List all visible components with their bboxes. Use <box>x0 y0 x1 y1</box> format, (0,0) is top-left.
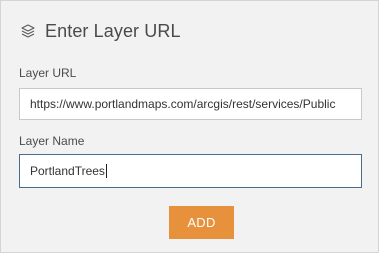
text-caret <box>105 164 107 178</box>
layer-url-label: Layer URL <box>19 66 77 80</box>
layer-url-input[interactable]: https://www.portlandmaps.com/arcgis/rest… <box>19 88 362 120</box>
layer-name-label: Layer Name <box>19 134 85 148</box>
layer-url-value: https://www.portlandmaps.com/arcgis/rest… <box>30 97 336 111</box>
layers-icon <box>19 22 37 40</box>
layer-name-value-wrap: PortlandTrees <box>30 155 107 187</box>
enter-layer-url-panel: Enter Layer URL Layer URL https://www.po… <box>0 0 379 253</box>
panel-header: Enter Layer URL <box>19 20 181 42</box>
layer-name-value: PortlandTrees <box>30 164 105 178</box>
layer-name-input[interactable]: PortlandTrees <box>19 154 362 188</box>
panel-title: Enter Layer URL <box>45 20 181 41</box>
add-button[interactable]: ADD <box>169 206 234 239</box>
